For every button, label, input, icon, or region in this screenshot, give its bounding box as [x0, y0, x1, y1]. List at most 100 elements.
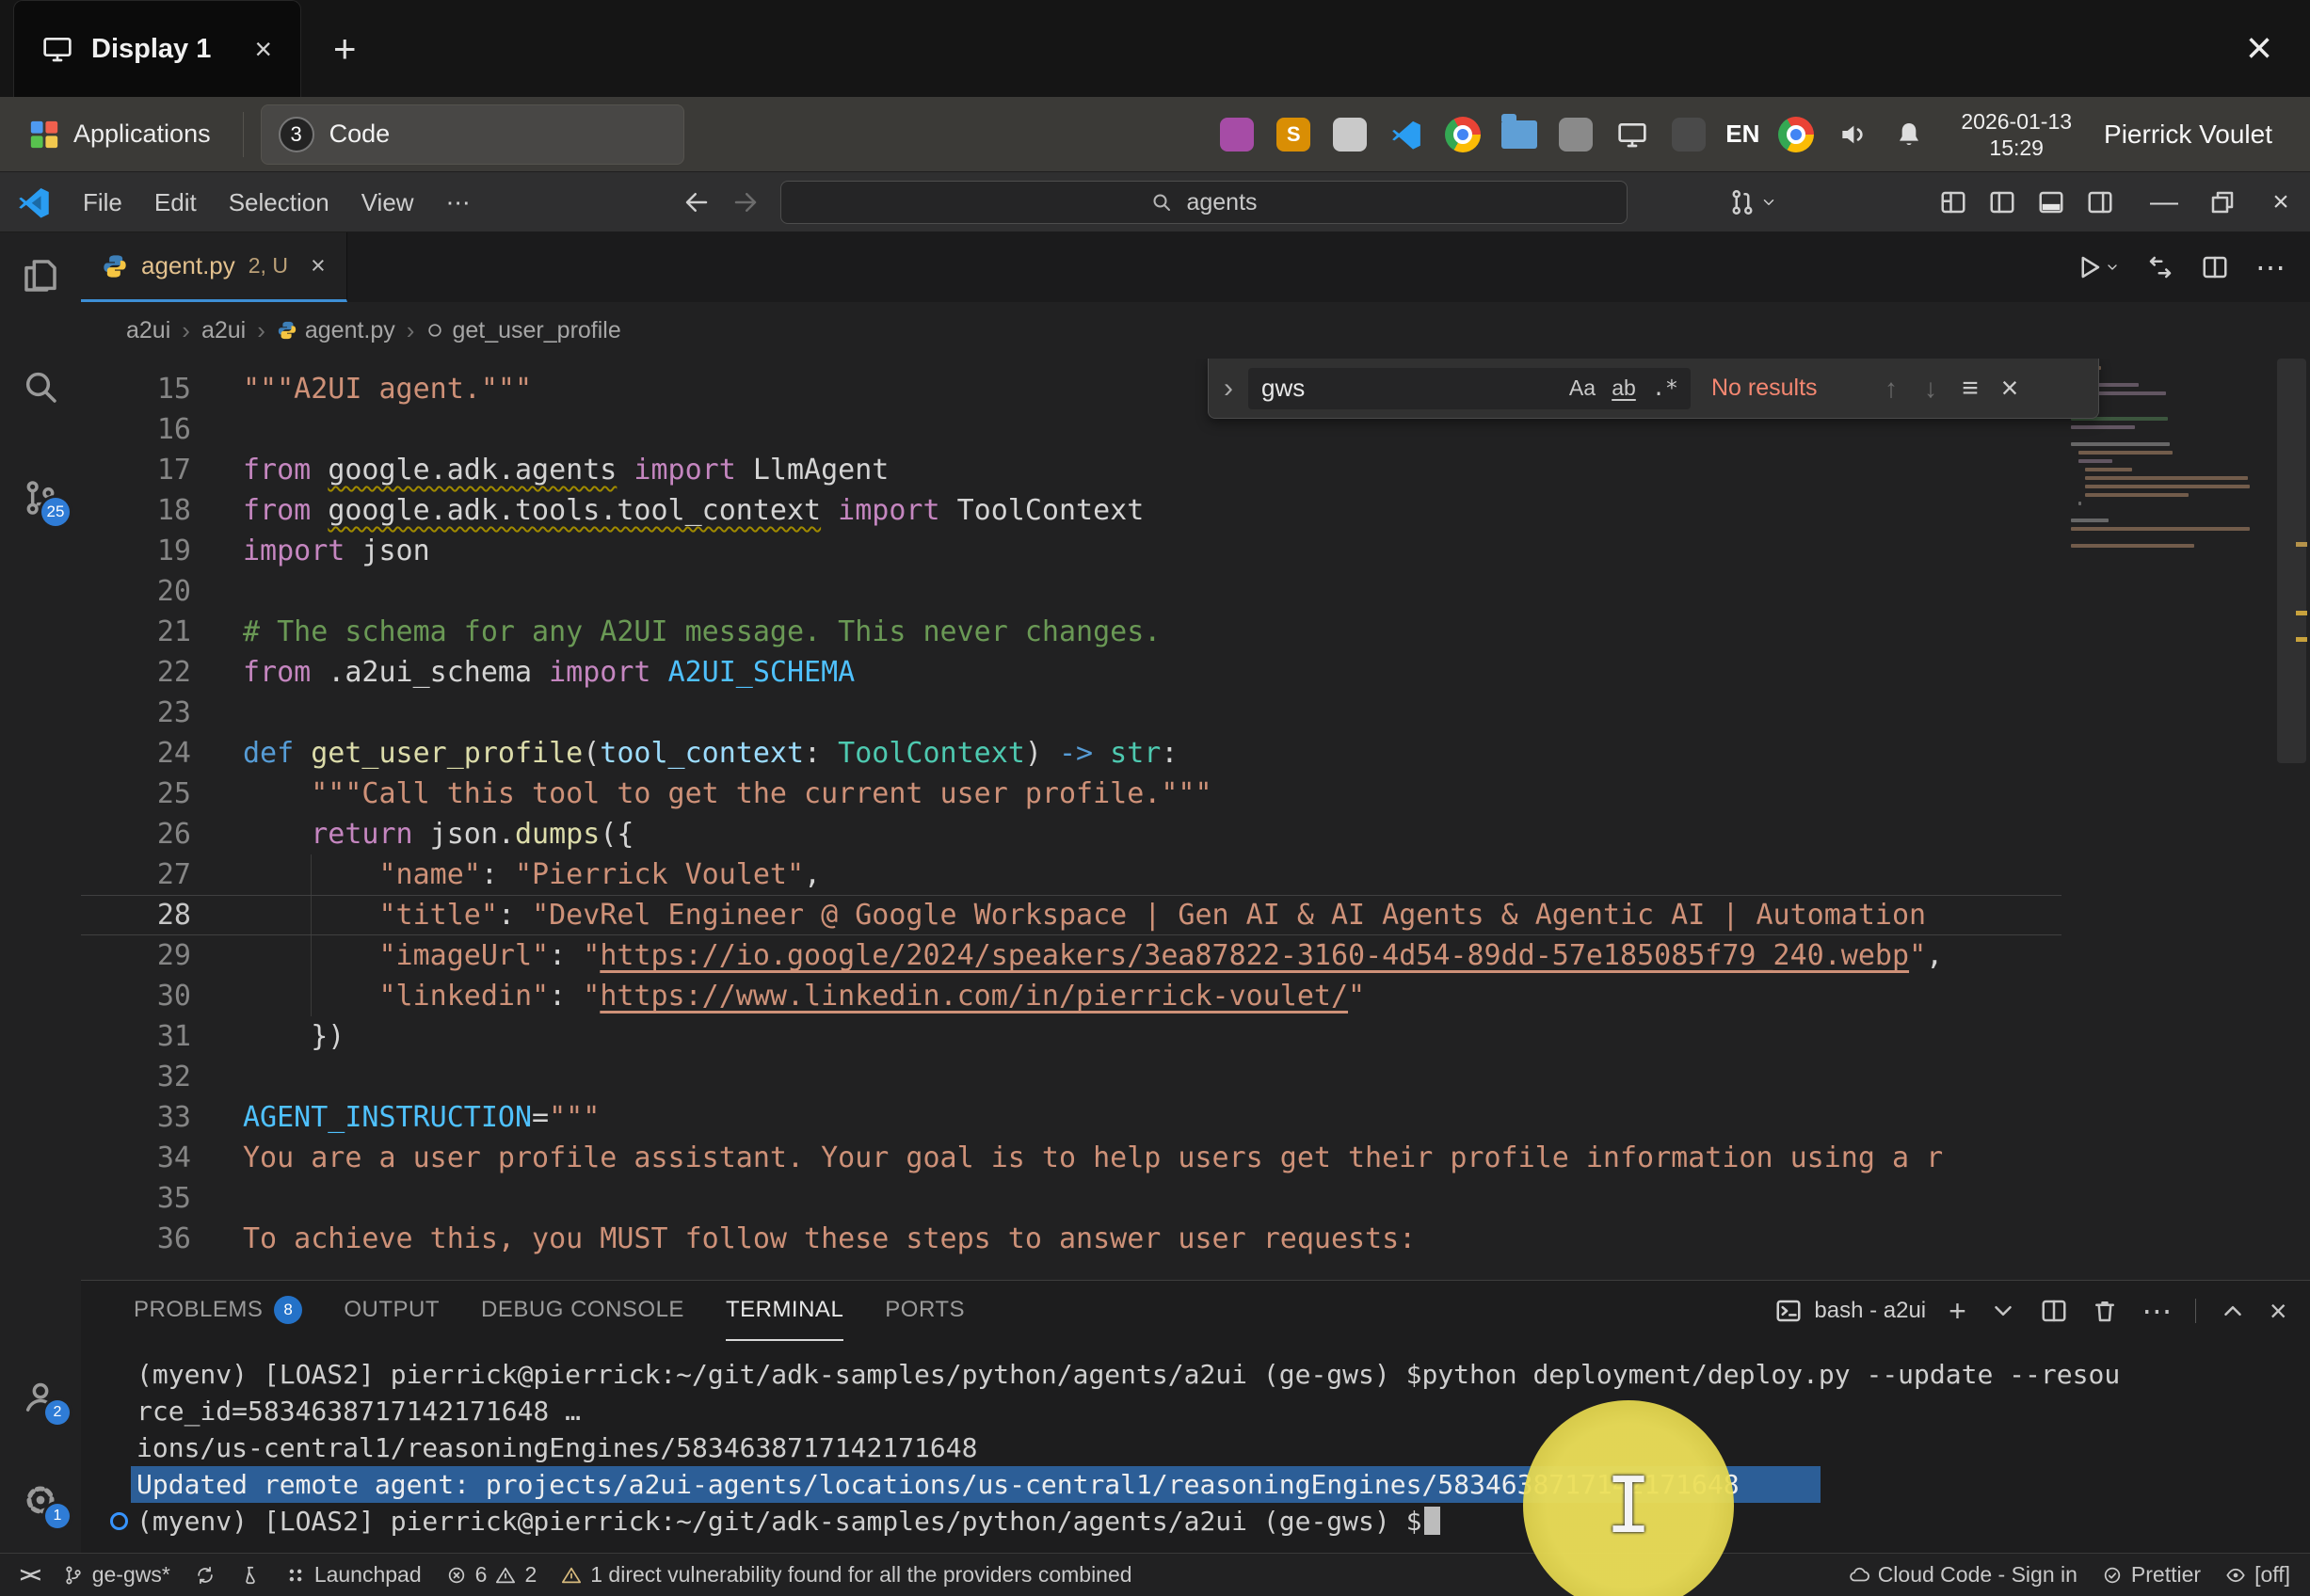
s-app-icon[interactable]: S [1274, 115, 1313, 154]
match-case-toggle[interactable]: Aa [1564, 371, 1600, 407]
code-token: from [243, 454, 311, 487]
remote-indicator[interactable]: >< [8, 1554, 51, 1596]
menu-view[interactable]: View [348, 183, 427, 223]
new-terminal-button[interactable]: + [1949, 1294, 1966, 1329]
language-indicator[interactable]: EN [1725, 115, 1759, 154]
maximize-panel-icon[interactable] [2219, 1297, 2247, 1325]
breadcrumb-subfolder[interactable]: a2ui [201, 317, 246, 344]
minimize-button[interactable]: — [2135, 172, 2193, 232]
user-menu[interactable]: Pierrick Voulet [2104, 120, 2272, 150]
files-tray-icon[interactable] [1500, 115, 1539, 154]
tab-close-button[interactable]: × [311, 251, 326, 280]
bottom-panel: PROBLEMS 8 OUTPUT DEBUG CONSOLE TERMINAL… [81, 1280, 2310, 1553]
regex-toggle[interactable]: .* [1647, 371, 1683, 407]
terminal-area[interactable]: (myenv) [LOAS2] pierrick@pierrick:~/git/… [81, 1341, 2310, 1553]
find-input[interactable]: gws Aa ab .* [1248, 368, 1691, 409]
editor-more-actions[interactable]: ⋯ [2255, 249, 2286, 285]
breadcrumb-symbol[interactable]: get_user_profile [425, 317, 620, 344]
keyboard-glyph [1559, 118, 1593, 152]
clock[interactable]: 2026-01-13 15:29 [1961, 108, 2072, 161]
next-match-button[interactable]: ↓ [1911, 369, 1950, 408]
prettier-status-item[interactable]: Prettier [2090, 1562, 2213, 1588]
tab-debug-console[interactable]: DEBUG CONSOLE [481, 1281, 684, 1341]
display-tab[interactable]: Display 1 × [13, 0, 301, 97]
terminal-instance-item[interactable]: bash - a2ui [1774, 1297, 1926, 1325]
whole-word-toggle[interactable]: ab [1606, 371, 1642, 407]
split-editor-icon[interactable] [2201, 253, 2229, 281]
command-center-search[interactable]: agents [780, 181, 1628, 224]
close-button[interactable]: × [2252, 172, 2310, 232]
branch-status-item[interactable]: ge-gws* [51, 1554, 183, 1596]
code-line: 32 [81, 1057, 2061, 1097]
open-changes-icon[interactable] [2146, 253, 2174, 281]
close-panel-button[interactable]: × [2270, 1294, 2287, 1329]
scrollbar-slider[interactable] [2277, 359, 2306, 763]
problems-status-item[interactable]: 6 2 [434, 1554, 550, 1596]
browser-tray-icon[interactable] [1776, 115, 1816, 154]
tab-terminal[interactable]: TERMINAL [726, 1281, 843, 1341]
customize-layout-icon[interactable] [1939, 188, 1967, 216]
applications-menu-button[interactable]: Applications [13, 104, 226, 165]
breadcrumb-folder[interactable]: a2ui [126, 317, 170, 344]
volume-icon[interactable] [1833, 115, 1872, 154]
forward-button[interactable] [731, 188, 760, 216]
messages-app-icon[interactable] [1217, 115, 1257, 154]
restore-button[interactable] [2193, 172, 2252, 232]
beaker-status-item[interactable] [228, 1554, 273, 1596]
vulnerability-status-item[interactable]: 1 direct vulnerability found for all the… [549, 1554, 1144, 1596]
display-tray-icon[interactable] [1612, 115, 1652, 154]
keyboard-tray-icon[interactable] [1556, 115, 1596, 154]
accounts-icon[interactable]: 2 [20, 1376, 61, 1417]
menu-selection[interactable]: Selection [216, 183, 343, 223]
code-token: " [1348, 980, 1365, 1013]
code-text: # The schema for any A2UI message. This … [243, 612, 2061, 652]
viewer-close-button[interactable]: × [2208, 0, 2310, 97]
tab-problems[interactable]: PROBLEMS 8 [134, 1281, 302, 1341]
line-number: 33 [81, 1097, 243, 1138]
settings-gear-icon[interactable]: 1 [20, 1479, 61, 1521]
sync-status-item[interactable] [183, 1554, 228, 1596]
explorer-icon[interactable] [20, 255, 61, 296]
minimap-line [2078, 502, 2082, 505]
tab-output[interactable]: OUTPUT [344, 1281, 440, 1341]
display-tab-close-button[interactable]: × [254, 32, 272, 67]
line-number: 25 [81, 774, 243, 814]
minimap[interactable] [2061, 359, 2273, 1280]
editor-scrollbar[interactable] [2273, 359, 2310, 1280]
previous-match-button[interactable]: ↑ [1871, 369, 1911, 408]
kill-terminal-icon[interactable] [2091, 1297, 2119, 1325]
close-find-button[interactable]: × [1990, 369, 2029, 408]
source-control-icon[interactable]: 25 [20, 477, 61, 519]
breadcrumb-file[interactable]: agent.py [277, 317, 395, 344]
back-button[interactable] [682, 188, 711, 216]
find-in-selection-button[interactable]: ≡ [1950, 369, 1990, 408]
panel-more-actions[interactable]: ⋯ [2142, 1293, 2173, 1329]
screenshot-tray-icon[interactable] [1669, 115, 1708, 154]
code-token: ({ [600, 818, 634, 851]
toggle-panel-icon[interactable] [2037, 188, 2065, 216]
run-python-file-button[interactable] [2075, 253, 2120, 281]
tab-agent-py[interactable]: agent.py 2, U × [81, 232, 347, 302]
launchpad-status-item[interactable]: Launchpad [273, 1554, 434, 1596]
code-window-button[interactable]: 3 Code [261, 104, 684, 165]
chrome-tray-icon[interactable] [1443, 115, 1483, 154]
search-view-icon[interactable] [20, 366, 61, 407]
branch-actions-button[interactable] [1728, 188, 1777, 216]
menu-file[interactable]: File [70, 183, 136, 223]
terminal-dropdown-chevron[interactable] [1989, 1297, 2017, 1325]
vscode-tray-icon[interactable] [1387, 115, 1426, 154]
new-display-tab-button[interactable]: + [301, 0, 389, 97]
menu-more[interactable]: ⋯ [433, 183, 484, 223]
toggle-sidebar-icon[interactable] [1988, 188, 2016, 216]
editor[interactable]: 15"""A2UI agent."""1617from google.adk.a… [81, 359, 2310, 1280]
tab-ports[interactable]: PORTS [885, 1281, 965, 1341]
screencast-status-item[interactable]: [off] [2213, 1562, 2302, 1588]
toggle-replace-chevron[interactable]: › [1209, 373, 1248, 405]
menu-edit[interactable]: Edit [141, 183, 210, 223]
notes-app-icon[interactable] [1330, 115, 1370, 154]
split-terminal-icon[interactable] [2040, 1297, 2068, 1325]
terminal-lines: (myenv) [LOAS2] pierrick@pierrick:~/git/… [136, 1356, 2310, 1540]
cloud-code-status-item[interactable]: Cloud Code - Sign in [1837, 1562, 2090, 1588]
toggle-secondary-sidebar-icon[interactable] [2086, 188, 2114, 216]
notifications-icon[interactable] [1889, 115, 1929, 154]
